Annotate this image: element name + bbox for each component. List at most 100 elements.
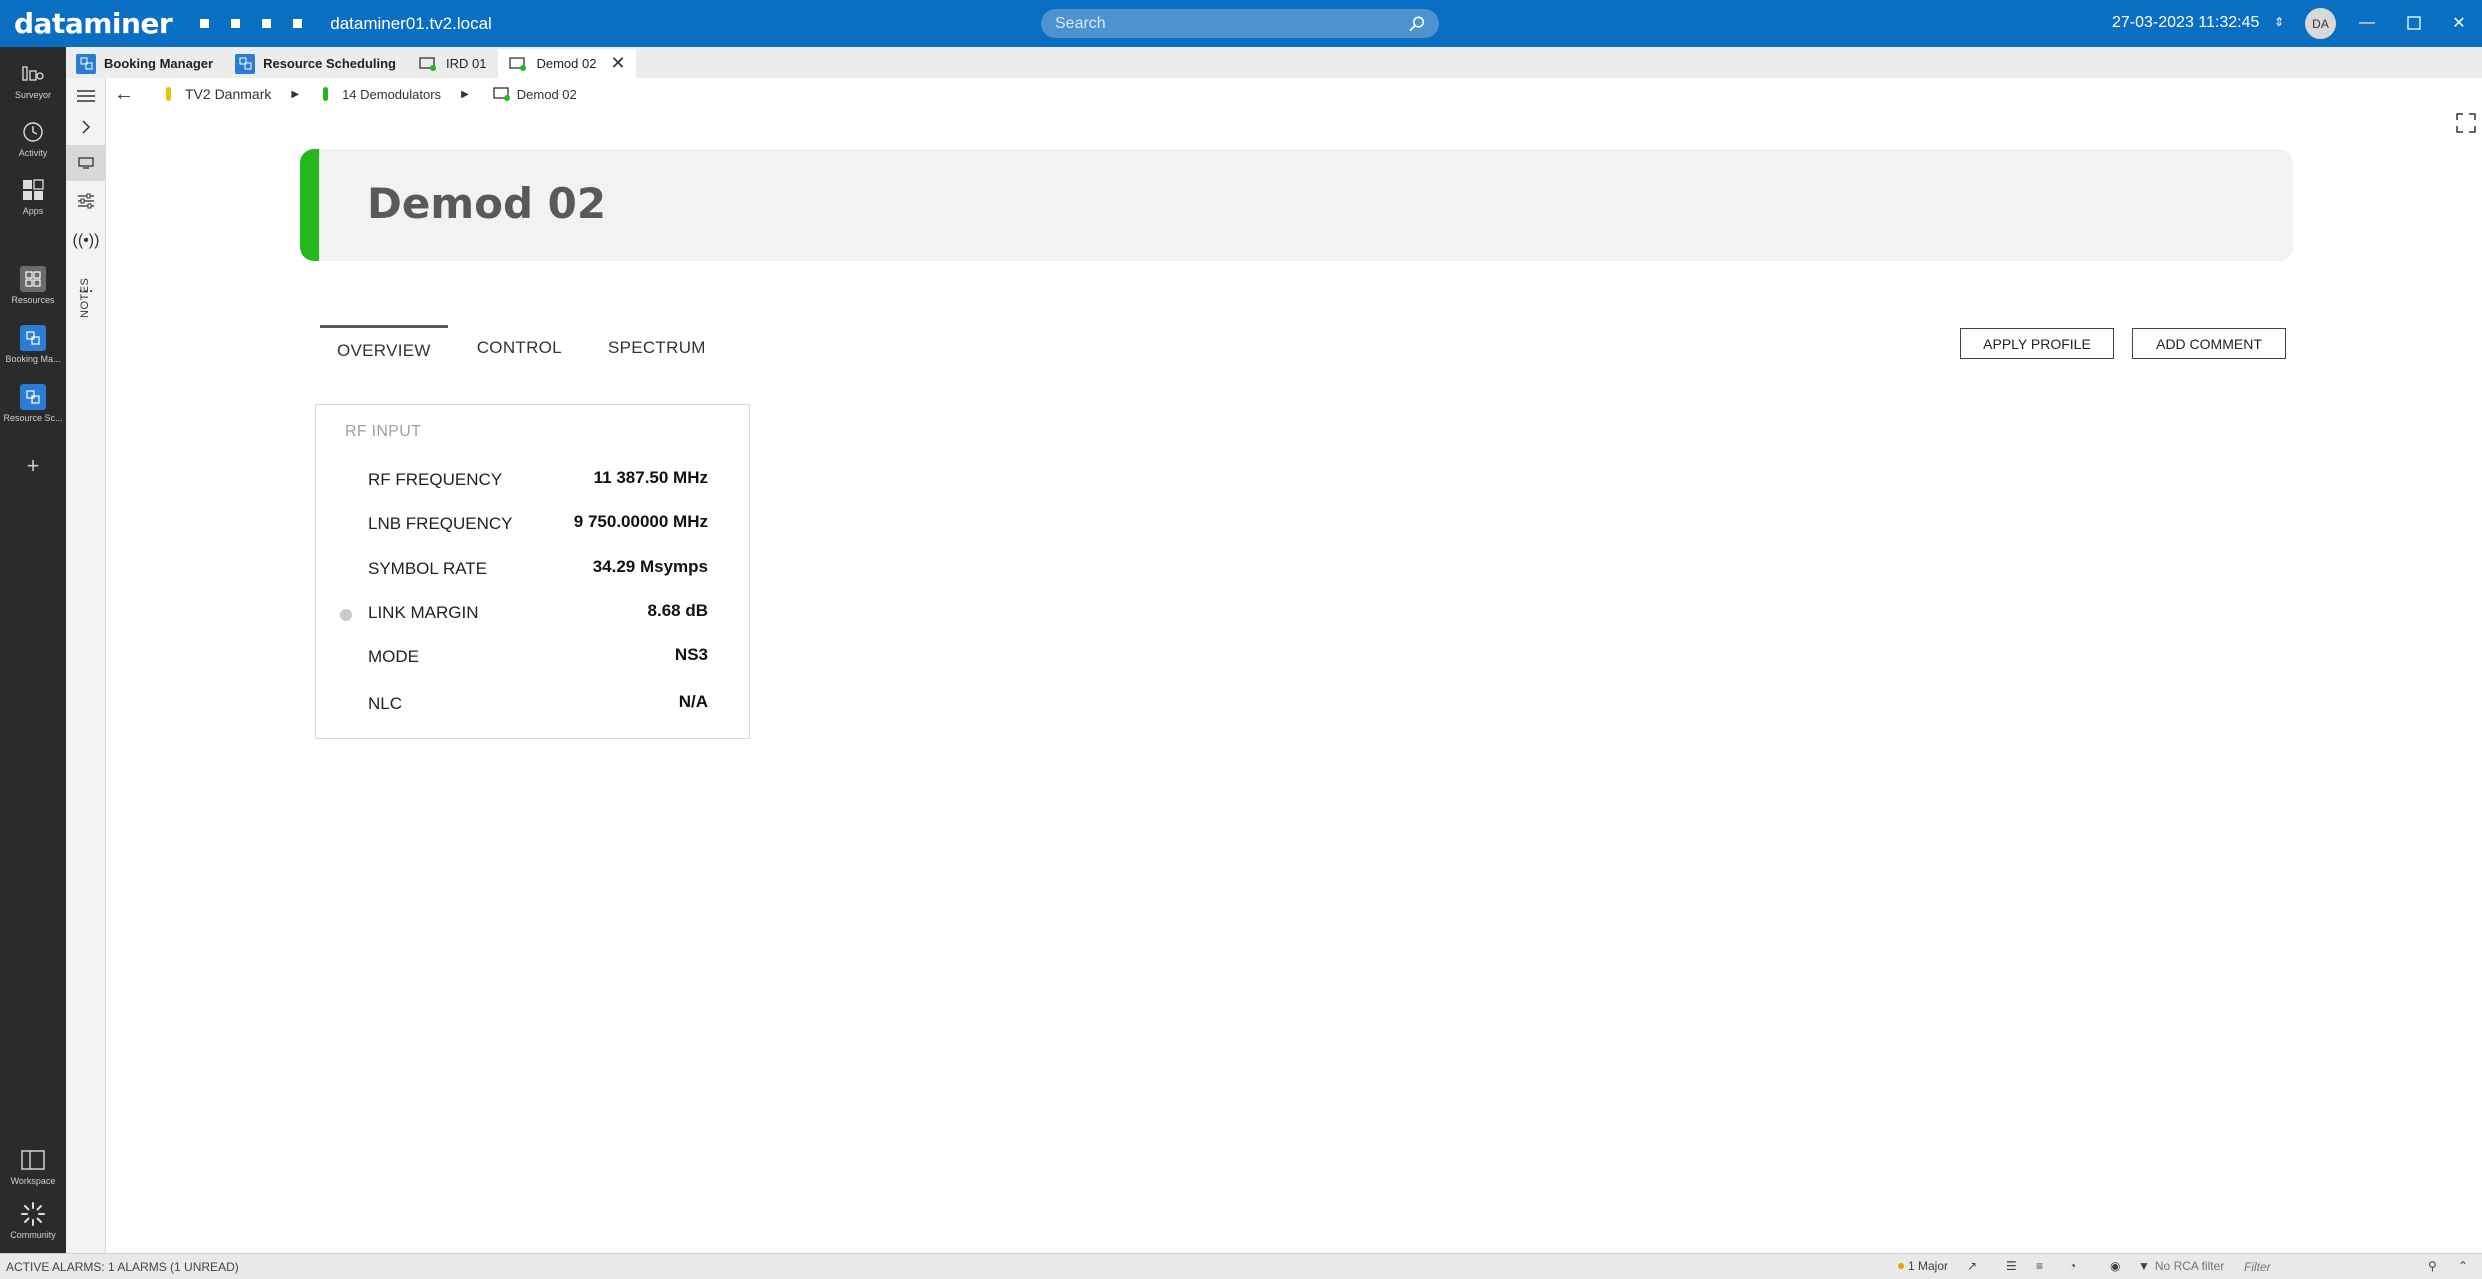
element-header: Demod 02	[300, 149, 2293, 261]
parameter-value[interactable]: 9 750.00000 MHz	[574, 512, 708, 532]
rail-label: Workspace	[10, 1176, 56, 1186]
list-view-icon[interactable]: ☰	[2006, 1259, 2017, 1273]
parameter-value[interactable]: 11 387.50 MHz	[594, 468, 708, 488]
alarm-filter-input[interactable]	[2244, 1257, 2424, 1276]
apps-icon	[20, 177, 46, 203]
parameter-row: LNB FREQUENCY 9 750.00000 MHz	[316, 509, 751, 539]
parameters-icon[interactable]	[66, 183, 106, 219]
quick-action-3[interactable]	[262, 19, 272, 28]
maximize-icon[interactable]	[2401, 10, 2427, 36]
element-icon	[493, 87, 510, 101]
signal-icon[interactable]: ((•))	[66, 223, 106, 259]
fullscreen-icon[interactable]	[2456, 113, 2476, 133]
tab-control[interactable]: CONTROL	[460, 325, 579, 373]
caret-right-icon[interactable]: ▶	[291, 89, 299, 100]
subview-status-icon	[323, 87, 329, 101]
close-window-icon[interactable]: ✕	[2446, 10, 2472, 36]
search-box[interactable]	[1041, 9, 1439, 38]
status-bar	[300, 149, 319, 261]
booking-manager-icon	[76, 53, 96, 74]
back-arrow-icon[interactable]: ←	[114, 83, 134, 106]
parameter-row: MODE NS3	[316, 642, 751, 672]
rail-item-resources[interactable]: Resources	[0, 266, 66, 305]
quick-actions	[200, 19, 303, 28]
parameter-label: LNB FREQUENCY	[368, 514, 513, 533]
parameter-value[interactable]: 34.29 Msymps	[593, 557, 708, 577]
trend-icon[interactable]: ↗	[1967, 1259, 1977, 1273]
clock-dropdown-icon[interactable]: ⇕	[2274, 15, 2284, 29]
chevron-up-icon[interactable]: ⌃	[2458, 1259, 2468, 1273]
major-alarm-count[interactable]: 1 Major	[1898, 1259, 1948, 1273]
parameter-label: LINK MARGIN	[368, 603, 479, 622]
minimize-icon[interactable]: —	[2354, 10, 2380, 36]
search-input[interactable]	[1055, 14, 1408, 33]
rca-icon[interactable]: ◉	[2110, 1259, 2120, 1273]
app-logo: dataminer	[14, 7, 173, 40]
rail-item-surveyor[interactable]: Surveyor	[0, 61, 66, 100]
tab-label: IRD 01	[446, 56, 487, 71]
rail-item-resource-scheduling[interactable]: Resource Sc...	[0, 384, 66, 423]
quick-action-2[interactable]	[231, 19, 241, 28]
clock: 27-03-2023 11:32:45	[2112, 14, 2260, 31]
rail-item-apps[interactable]: Apps	[0, 177, 66, 216]
page-title: Demod 02	[367, 179, 607, 228]
parameter-row: LINK MARGIN 8.68 dB	[316, 598, 751, 628]
breadcrumb-item-subview[interactable]: 14 Demodulators ▶	[323, 87, 469, 102]
search-icon[interactable]	[1408, 15, 1425, 33]
sort-icon[interactable]: ≡	[2036, 1259, 2043, 1273]
page-tabs: OVERVIEW CONTROL SPECTRUM	[320, 325, 735, 373]
parameter-label: RF FREQUENCY	[368, 470, 503, 489]
parameter-row: NLC N/A	[316, 689, 751, 719]
tab-booking-manager[interactable]: Booking Manager	[66, 49, 223, 78]
parameter-label: MODE	[368, 647, 419, 666]
avatar[interactable]: DA	[2305, 8, 2336, 39]
tab-resource-scheduling[interactable]: Resource Scheduling	[225, 49, 406, 78]
rail-item-community[interactable]: Community	[0, 1201, 66, 1240]
rail-label: Resource Sc...	[3, 413, 63, 423]
card-side-toolbar: ((•)) ⋯	[66, 78, 106, 1253]
tab-demod-02[interactable]: Demod 02 ✕	[498, 49, 636, 78]
tab-overview[interactable]: OVERVIEW	[320, 325, 448, 373]
funnel-icon: ▼	[2138, 1259, 2150, 1273]
parameter-value[interactable]: NS3	[675, 645, 708, 665]
rail-item-workspace[interactable]: Workspace	[0, 1147, 66, 1186]
add-comment-button[interactable]: ADD COMMENT	[2132, 328, 2286, 359]
quick-action-4[interactable]	[293, 19, 303, 28]
tab-spectrum[interactable]: SPECTRUM	[591, 325, 723, 373]
add-app-button[interactable]: +	[0, 453, 66, 482]
rail-label: Resources	[11, 295, 55, 305]
filter-search-icon[interactable]: ⚲	[2428, 1259, 2437, 1273]
tab-strip: Booking Manager Resource Scheduling IRD …	[66, 47, 2482, 78]
breadcrumb-item-view[interactable]: TV2 Danmark ▶	[166, 86, 299, 102]
rail-item-booking-manager[interactable]: Booking Ma...	[0, 325, 66, 364]
plus-icon: +	[26, 453, 40, 478]
rail-label: Surveyor	[14, 90, 51, 100]
resource-scheduling-icon	[235, 53, 256, 74]
rail-label: Booking Ma...	[5, 354, 61, 364]
close-tab-icon[interactable]: ✕	[610, 53, 625, 74]
notes-tab[interactable]: NOTES	[79, 278, 91, 318]
rail-item-activity[interactable]: Activity	[0, 119, 66, 158]
expand-chevron-icon[interactable]	[66, 109, 106, 145]
alarm-led-icon	[340, 609, 352, 621]
parameter-value[interactable]: N/A	[679, 692, 708, 712]
parameter-row: SYMBOL RATE 34.29 Msymps	[316, 554, 751, 584]
tab-ird-01[interactable]: IRD 01	[408, 49, 496, 78]
pie-chart-icon[interactable]: ◔	[2069, 1259, 2076, 1273]
parameter-value[interactable]: 8.68 dB	[648, 601, 708, 621]
tab-label: Resource Scheduling	[263, 56, 396, 71]
parameter-row: RF FREQUENCY 11 387.50 MHz	[316, 465, 751, 495]
parameter-label: SYMBOL RATE	[368, 559, 488, 578]
data-display-icon[interactable]	[66, 145, 106, 181]
breadcrumb-item-element[interactable]: Demod 02	[493, 87, 577, 102]
rail-label: Apps	[22, 206, 44, 216]
quick-action-1[interactable]	[200, 19, 210, 28]
rca-filter-label: No RCA filter	[2154, 1259, 2225, 1273]
major-dot-icon	[1898, 1263, 1904, 1269]
booking-manager-icon	[20, 325, 46, 351]
active-alarms-text[interactable]: ACTIVE ALARMS: 1 ALARMS (1 UNREAD)	[6, 1260, 239, 1274]
major-label: 1 Major	[1908, 1259, 1949, 1273]
rca-filter[interactable]: ▼ No RCA filter	[2138, 1259, 2224, 1273]
apply-profile-button[interactable]: APPLY PROFILE	[1960, 328, 2114, 359]
caret-right-icon[interactable]: ▶	[461, 89, 469, 100]
